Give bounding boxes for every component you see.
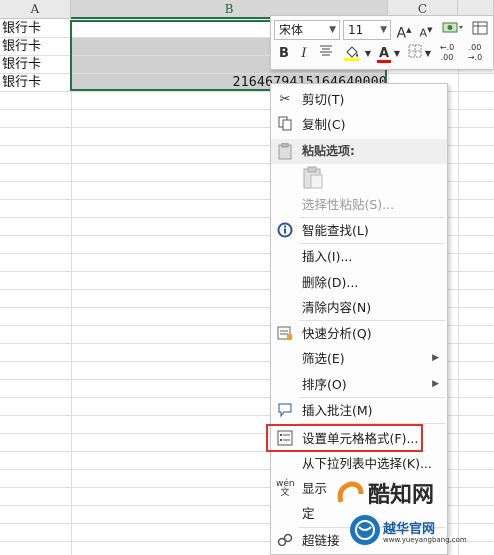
mini-toolbar: 宋体 ▼ 11 ▼ A▲ A▼ B I ▼ A ▼ ▼ ←.0 .00 .00 …	[270, 15, 494, 70]
scissors-icon: ✂	[279, 92, 291, 107]
fill-color-dropdown[interactable]: ▼	[364, 44, 372, 64]
font-color-dropdown[interactable]: ▼	[393, 44, 401, 64]
menu-item-paste-special[interactable]: 选择性粘贴(S)...	[271, 192, 447, 217]
menu-item-insert-comment[interactable]: 插入批注(M)	[271, 398, 447, 423]
column-header-a[interactable]: A	[0, 0, 71, 19]
menu-item-copy[interactable]: 复制(C)	[271, 112, 447, 137]
bold-button[interactable]: B	[275, 44, 293, 64]
watermark-badge	[350, 515, 380, 545]
watermark-url: www.yueyangbang.com	[383, 536, 467, 544]
chevron-down-icon: ▼	[329, 25, 336, 35]
smart-lookup-icon	[276, 222, 294, 239]
submenu-arrow-icon: ▶	[432, 379, 439, 389]
align-center-icon	[320, 45, 332, 56]
link-icon	[276, 532, 294, 549]
cell-a5[interactable]: 银行卡	[2, 74, 41, 91]
format-painter-button[interactable]	[470, 20, 490, 40]
menu-item-delete[interactable]: 删除(D)...	[271, 270, 447, 295]
font-name-value: 宋体	[279, 23, 304, 37]
paste-button[interactable]	[301, 166, 325, 190]
increase-decimal-icon: ←.0	[439, 43, 455, 52]
menu-item-pick-from-list[interactable]: 从下拉列表中选择(K)...	[271, 451, 447, 476]
menu-item-smart-lookup[interactable]: 智能查找(L)	[271, 218, 447, 243]
quick-analysis-icon	[276, 325, 294, 342]
align-center-button[interactable]	[316, 44, 336, 64]
cell-a3[interactable]: 银行卡	[2, 38, 41, 55]
paste-icon	[303, 166, 323, 189]
italic-button[interactable]: I	[295, 44, 313, 64]
paint-bucket-icon	[344, 46, 359, 61]
phonetic-icon: wén 文	[276, 479, 295, 498]
menu-item-insert[interactable]: 插入(I)...	[271, 244, 447, 269]
font-color-button[interactable]: A	[375, 44, 393, 64]
comment-icon	[276, 402, 294, 419]
submenu-arrow-icon: ▶	[432, 353, 439, 363]
accounting-format-button[interactable]	[439, 20, 467, 40]
watermark-logo	[335, 480, 365, 510]
currency-icon	[442, 22, 463, 33]
increase-decimal-button[interactable]: ←.0 .00	[434, 43, 460, 63]
cell-a2[interactable]: 银行卡	[2, 20, 41, 37]
font-size-value: 11	[348, 23, 364, 37]
grow-font-button[interactable]: A▲	[395, 20, 413, 42]
copy-icon	[276, 116, 294, 133]
font-color-bar	[377, 60, 391, 63]
font-color-letter: A	[378, 46, 390, 61]
menu-item-quick-analysis[interactable]: 快速分析(Q)	[271, 321, 447, 346]
borders-icon	[408, 44, 422, 58]
menu-item-sort[interactable]: 排序(O) ▶	[271, 372, 447, 397]
borders-dropdown[interactable]: ▼	[424, 44, 432, 64]
menu-item-cut[interactable]: ✂ 剪切(T)	[271, 87, 447, 112]
menu-item-clear-contents[interactable]: 清除内容(N)	[271, 295, 447, 320]
font-size-select[interactable]: 11 ▼	[343, 20, 391, 40]
menu-item-filter[interactable]: 筛选(E) ▶	[271, 346, 447, 371]
cell-a4[interactable]: 银行卡	[2, 56, 41, 73]
decrease-decimal-icon: .00	[468, 43, 482, 52]
watermark-site-name: 越华官网	[383, 522, 436, 537]
decrease-decimal-button[interactable]: .00 →.0	[462, 43, 488, 63]
font-name-select[interactable]: 宋体 ▼	[274, 20, 340, 40]
fill-color-button[interactable]	[340, 44, 364, 64]
borders-button[interactable]	[406, 44, 424, 64]
watermark-main-text: 酷知网	[368, 483, 435, 508]
globe-icon	[355, 520, 375, 540]
highlight-box	[266, 424, 423, 452]
clipboard-icon	[278, 142, 293, 163]
paste-options-header: 粘贴选项:	[271, 139, 447, 164]
shrink-font-button[interactable]: A▼	[417, 20, 435, 40]
table-format-icon	[472, 21, 488, 35]
chevron-down-icon: ▼	[380, 25, 387, 35]
